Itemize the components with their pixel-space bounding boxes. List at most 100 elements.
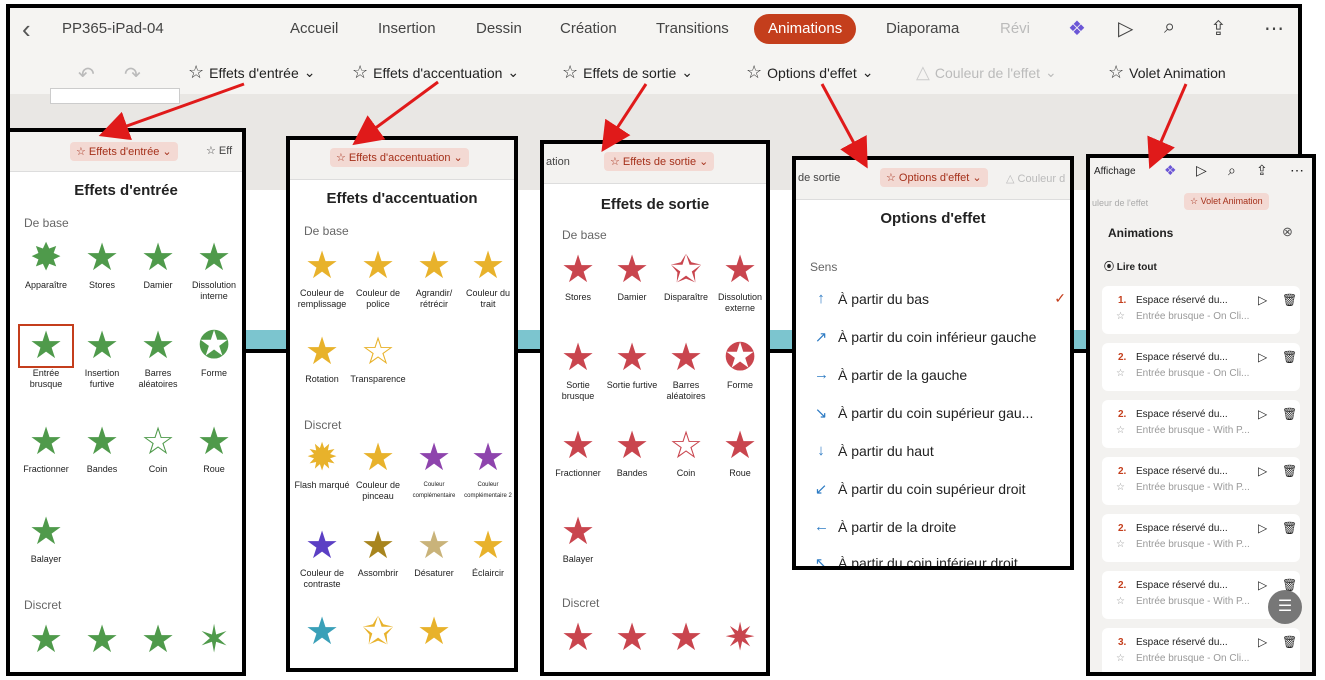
play-icon[interactable]: ▷ [1258, 350, 1267, 364]
copilot-icon[interactable]: ❖ [1068, 16, 1086, 41]
more-icon[interactable]: ⋯ [1264, 16, 1284, 41]
next-chip[interactable]: △ Couleur d [1006, 172, 1065, 185]
effect-item[interactable]: ★ [74, 618, 130, 662]
animation-item[interactable]: 2. Espace réservé du... ☆ Entrée brusque - … [1102, 400, 1300, 448]
effect-item[interactable]: ★ Damier [604, 248, 660, 303]
play-icon[interactable]: ▷ [1118, 16, 1133, 41]
effect-item[interactable]: ★ Couleur de remplissage [294, 244, 350, 310]
effect-item[interactable]: ★ [550, 616, 606, 660]
play-icon[interactable]: ▷ [1258, 464, 1267, 478]
effect-item[interactable]: ★ [18, 618, 74, 662]
animation-pane-button[interactable]: ☆ Volet Animation [1108, 62, 1226, 83]
tab-diaporama[interactable]: Diaporama [872, 14, 973, 44]
more-icon[interactable]: ⋯ [1290, 162, 1304, 179]
direction-option[interactable]: ↖ À partir du coin inférieur droit [814, 554, 1018, 566]
trash-icon[interactable]: 🗑 [1282, 464, 1297, 478]
effect-item[interactable]: ✩ [350, 610, 406, 654]
share-icon[interactable]: ⇪ [1256, 162, 1268, 179]
copilot-icon[interactable]: ❖ [1164, 162, 1177, 179]
tab-revision[interactable]: Révi [986, 14, 1044, 44]
effect-item[interactable]: ★ Balayer [18, 510, 74, 565]
tab-accueil[interactable]: Accueil [276, 14, 352, 44]
effect-item[interactable]: ★ Éclaircir [460, 524, 514, 579]
effect-item[interactable]: ★ Sortie brusque [550, 336, 606, 402]
entrance-effects-button[interactable]: ☆ Effets d'entrée ⌄ [188, 62, 315, 83]
effect-color-button[interactable]: uleur de l'effet [1092, 198, 1148, 208]
animation-item[interactable]: 1. Espace réservé du... ☆ Entrée brusque - … [1102, 286, 1300, 334]
effect-item[interactable]: ✩ Disparaître [658, 248, 714, 303]
effect-item[interactable]: ★ Couleur de police [350, 244, 406, 310]
play-icon[interactable]: ▷ [1258, 293, 1267, 307]
effect-item[interactable]: ☆ Coin [130, 420, 186, 475]
trash-icon[interactable]: 🗑 [1282, 293, 1297, 307]
direction-option[interactable]: ↙ À partir du coin supérieur droit [814, 480, 1026, 498]
effect-item-selected[interactable]: ★ Entrée brusque [18, 324, 74, 390]
redo-icon[interactable]: ↷ [124, 62, 141, 87]
play-icon[interactable]: ▷ [1196, 162, 1207, 179]
trash-icon[interactable]: 🗑 [1282, 635, 1297, 649]
effect-item[interactable]: ★ Balayer [550, 510, 606, 565]
effect-item[interactable]: ✹ Flash marqué [294, 436, 350, 491]
share-icon[interactable]: ⇪ [1210, 16, 1227, 41]
effect-item[interactable]: ★ Sortie furtive [604, 336, 660, 391]
direction-option[interactable]: → À partir de la gauche [814, 366, 967, 383]
prev-chip[interactable]: ation [546, 156, 570, 168]
undo-icon[interactable]: ↶ [78, 62, 95, 87]
search-icon[interactable]: ⌕ [1164, 16, 1175, 39]
animation-item[interactable]: 2. Espace réservé du... ☆ Entrée brusque - … [1102, 457, 1300, 505]
view-menu[interactable]: Affichage [1094, 166, 1136, 177]
direction-option[interactable]: ↘ À partir du coin supérieur gau... [814, 404, 1034, 422]
tab-dessin[interactable]: Dessin [462, 14, 536, 44]
direction-option[interactable]: ← À partir de la droite [814, 518, 956, 535]
direction-option[interactable]: ↗ À partir du coin inférieur gauche [814, 328, 1037, 346]
effect-item[interactable]: ☆ Coin [658, 424, 714, 479]
emphasis-chip[interactable]: ☆ Effets d'accentuation ⌄ [330, 148, 469, 167]
trash-icon[interactable]: 🗑 [1282, 521, 1297, 535]
effect-item[interactable]: ✷ [712, 616, 766, 660]
effect-options-button[interactable]: ☆ Options d'effet ⌄ [746, 62, 873, 83]
effect-item[interactable]: ★ Bandes [74, 420, 130, 475]
effect-item[interactable]: ★ Barres aléatoires [130, 324, 186, 390]
animation-item[interactable]: 2. Espace réservé du... ☆ Entrée brusque - … [1102, 514, 1300, 562]
effect-item[interactable]: ★ Couleur complémentaire 2 [460, 436, 514, 502]
entrance-chip[interactable]: ☆ Effets d'entrée ⌄ [70, 142, 178, 161]
search-icon[interactable]: ⌕ [1228, 162, 1236, 179]
options-chip[interactable]: ☆ Options d'effet ⌄ [880, 168, 988, 187]
close-icon[interactable]: ⊗ [1282, 224, 1293, 240]
play-icon[interactable]: ▷ [1258, 635, 1267, 649]
direction-option[interactable]: ↓ À partir du haut [814, 442, 933, 459]
effect-item[interactable]: ★ Fractionner [18, 420, 74, 475]
effect-item[interactable]: ★ Dissolution interne [186, 236, 242, 302]
exit-effects-button[interactable]: ☆ Effets de sortie ⌄ [562, 62, 693, 83]
effect-item[interactable]: ☆ Transparence [350, 330, 406, 385]
animation-item[interactable]: 2. Espace réservé du... ☆ Entrée brusque - … [1102, 343, 1300, 391]
effect-item[interactable]: ★ [294, 610, 350, 654]
effect-item[interactable]: ★ Rotation [294, 330, 350, 385]
effect-item[interactable]: ✪ Forme [186, 324, 242, 379]
emphasis-effects-button[interactable]: ☆ Effets d'accentuation ⌄ [352, 62, 519, 83]
effect-item[interactable]: ✪ Forme [712, 336, 766, 391]
effect-item[interactable]: ★ Couleur du trait [460, 244, 514, 310]
tab-creation[interactable]: Création [546, 14, 631, 44]
effect-color-button[interactable]: △ Couleur de l'effet ⌄ [916, 62, 1057, 83]
play-icon[interactable]: ▷ [1258, 407, 1267, 421]
animation-pane-chip[interactable]: ☆ Volet Animation [1184, 193, 1269, 210]
effect-item[interactable]: ★ Couleur de pinceau [350, 436, 406, 502]
effect-item[interactable]: ✸ Apparaître [18, 236, 74, 291]
effect-item[interactable]: ★ Bandes [604, 424, 660, 479]
effect-item[interactable]: ★ [130, 618, 186, 662]
tab-transitions[interactable]: Transitions [642, 14, 743, 44]
effect-item[interactable]: ★ Agrandir/ rétrécir [406, 244, 462, 310]
effect-item[interactable]: ★ Fractionner [550, 424, 606, 479]
effect-item[interactable]: ★ Couleur de contraste [294, 524, 350, 590]
effect-item[interactable]: ★ Roue [186, 420, 242, 475]
back-icon[interactable]: ‹ [22, 16, 31, 42]
trash-icon[interactable]: 🗑 [1282, 350, 1297, 364]
effect-item[interactable]: ★ Stores [550, 248, 606, 303]
play-icon[interactable]: ▷ [1258, 521, 1267, 535]
exit-chip[interactable]: ☆ Effets de sortie ⌄ [604, 152, 715, 171]
play-icon[interactable]: ▷ [1258, 578, 1267, 592]
effect-item[interactable]: ★ [406, 610, 462, 654]
play-all-button[interactable]: ⦿ Lire tout [1104, 258, 1157, 273]
effect-item[interactable]: ★ Dissolution externe [712, 248, 766, 314]
